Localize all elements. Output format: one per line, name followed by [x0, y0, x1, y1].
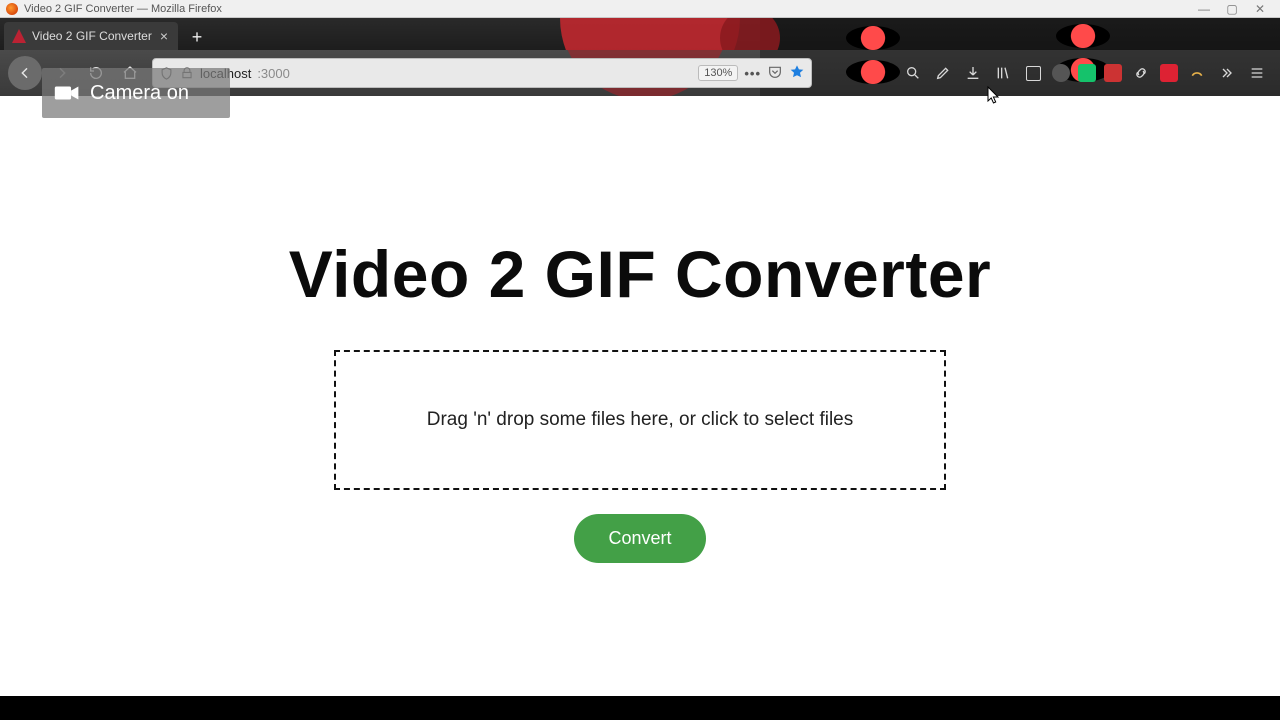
- tab-favicon-icon: [12, 29, 26, 43]
- convert-button[interactable]: Convert: [574, 514, 705, 563]
- star-icon: [789, 64, 805, 80]
- os-titlebar: Video 2 GIF Converter — Mozilla Firefox …: [0, 0, 1280, 18]
- page-content: Video 2 GIF Converter Drag 'n' drop some…: [0, 96, 1280, 563]
- app-menu-button[interactable]: [1246, 62, 1268, 84]
- sidebar-button[interactable]: [1022, 62, 1044, 84]
- toolbar-overflow-button[interactable]: [1216, 62, 1238, 84]
- pocket-icon: [767, 64, 783, 80]
- letterbox-bottom: [0, 696, 1280, 720]
- window-maximize-button[interactable]: ▢: [1218, 2, 1246, 16]
- library-button[interactable]: [992, 62, 1014, 84]
- library-icon: [995, 65, 1011, 81]
- downloads-button[interactable]: [962, 62, 984, 84]
- window-minimize-button[interactable]: —: [1190, 2, 1218, 16]
- new-tab-button[interactable]: +: [184, 24, 210, 50]
- sidebar-icon: [1026, 66, 1041, 81]
- downloads-icon: [965, 65, 981, 81]
- file-dropzone[interactable]: Drag 'n' drop some files here, or click …: [334, 350, 946, 490]
- page-viewport: Video 2 GIF Converter Drag 'n' drop some…: [0, 96, 1280, 696]
- extension-avatar-icon[interactable]: [1052, 64, 1070, 82]
- camera-status-label: Camera on: [90, 82, 189, 105]
- extension-green-icon[interactable]: [1078, 64, 1096, 82]
- firefox-logo-icon: [6, 3, 18, 15]
- page-actions-button[interactable]: •••: [744, 66, 761, 81]
- dropzone-text: Drag 'n' drop some files here, or click …: [427, 409, 853, 431]
- camera-status-overlay: Camera on: [42, 68, 230, 118]
- toolbar-extensions: [902, 62, 1272, 84]
- window-title: Video 2 GIF Converter — Mozilla Firefox: [24, 3, 222, 15]
- window-close-button[interactable]: ✕: [1246, 2, 1274, 16]
- extension-red2-icon[interactable]: [1160, 64, 1178, 82]
- pocket-button[interactable]: [767, 64, 783, 83]
- url-port: :3000: [257, 66, 290, 81]
- browser-tab[interactable]: Video 2 GIF Converter ×: [4, 22, 178, 50]
- extension-red1-icon[interactable]: [1104, 64, 1122, 82]
- extension-link-icon[interactable]: [1130, 62, 1152, 84]
- back-button[interactable]: [8, 56, 42, 90]
- zoom-indicator[interactable]: 130%: [698, 65, 738, 81]
- tab-close-button[interactable]: ×: [158, 29, 170, 43]
- extension-arc-icon[interactable]: [1186, 62, 1208, 84]
- address-bar[interactable]: localhost:3000 130% •••: [152, 58, 812, 88]
- search-ext-icon[interactable]: [902, 62, 924, 84]
- back-icon: [17, 65, 33, 81]
- hamburger-icon: [1249, 65, 1265, 81]
- page-title: Video 2 GIF Converter: [289, 236, 991, 312]
- edit-ext-icon[interactable]: [932, 62, 954, 84]
- tab-title: Video 2 GIF Converter: [32, 29, 152, 43]
- tab-strip: Video 2 GIF Converter × +: [0, 18, 1280, 50]
- bookmark-button[interactable]: [789, 64, 805, 83]
- overflow-chevrons-icon: [1219, 65, 1235, 81]
- camera-icon: [54, 82, 80, 104]
